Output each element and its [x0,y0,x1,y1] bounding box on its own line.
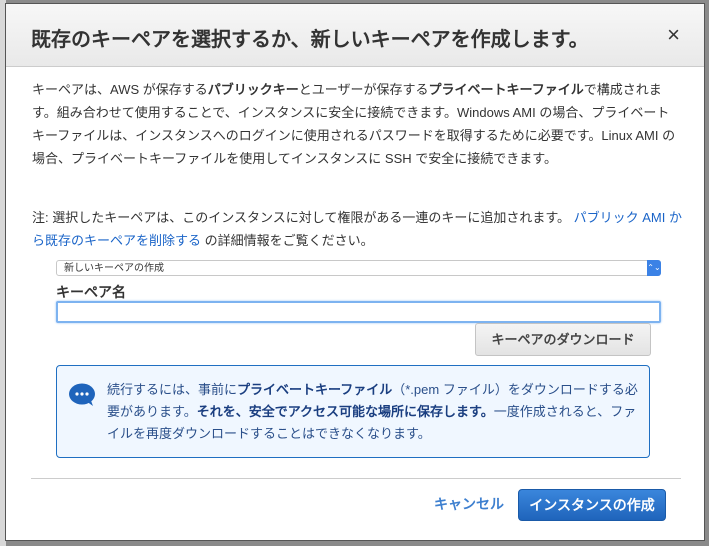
key-pair-select[interactable]: 新しいキーペアの作成 ⌃⌄ [56,260,661,276]
speech-bubble-icon [69,383,95,406]
select-arrows-icon: ⌃⌄ [647,260,661,276]
dialog-title: 既存のキーペアを選択するか、新しいキーペアを作成します。 [31,29,589,51]
note-suffix: の詳細情報をご覧ください。 [204,233,374,248]
key-name-label: キーペア名 [56,284,126,300]
cancel-button[interactable]: キャンセル [434,494,504,514]
description-text: キーペアは、AWS が保存するパブリックキーとユーザーが保存するプライベートキー… [32,78,682,170]
info-part: 続行するには、事前に [107,382,238,397]
note-part: 注: 選択したキーペアは、このインスタンスに対して権限がある一連のキーに追加され… [32,210,571,225]
info-bold: プライベートキーファイル [237,382,393,397]
select-value: 新しいキーペアの作成 [64,263,164,274]
footer-divider [31,478,681,479]
desc-part: とユーザーが保存する [298,82,429,97]
desc-bold: プライベートキーファイル [428,82,584,97]
info-bold: それを、安全でアクセス可能な場所に保存します。 [196,404,494,419]
create-instance-button[interactable]: インスタンスの作成 [518,489,666,521]
dialog-header: 既存のキーペアを選択するか、新しいキーペアを作成します。 × [6,4,704,67]
info-text: 続行するには、事前にプライベートキーファイル（*.pem ファイル）をダウンロー… [107,379,643,445]
note-text: 注: 選択したキーペアは、このインスタンスに対して権限がある一連のキーに追加され… [32,206,682,252]
desc-part: キーペアは、AWS が保存する [32,82,208,97]
desc-bold: パブリックキー [207,82,299,97]
key-pair-dialog: 既存のキーペアを選択するか、新しいキーペアを作成します。 × キーペアは、AWS… [5,3,705,541]
key-name-input[interactable] [56,301,661,323]
close-icon[interactable]: × [667,22,680,48]
download-key-pair-button[interactable]: キーペアのダウンロード [475,323,651,356]
info-box: 続行するには、事前にプライベートキーファイル（*.pem ファイル）をダウンロー… [56,365,650,458]
